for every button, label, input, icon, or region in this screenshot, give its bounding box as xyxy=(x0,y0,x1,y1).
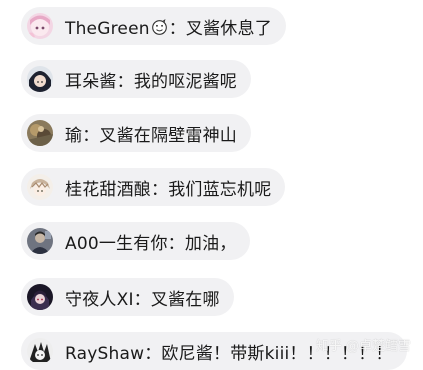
anime-avatar-bw-icon xyxy=(27,338,53,364)
comment-text: A00一生有你：加油， xyxy=(65,229,236,254)
avatar[interactable] xyxy=(27,228,53,254)
photo-avatar-warm-icon xyxy=(27,120,53,146)
commenter-name[interactable]: 耳朵酱 xyxy=(65,72,117,92)
avatar[interactable] xyxy=(27,120,53,146)
photo-avatar-gray-icon xyxy=(27,228,53,254)
comment-message: 叉酱在哪 xyxy=(150,289,220,310)
anime-avatar-dark-icon xyxy=(27,66,53,92)
separator: ： xyxy=(116,71,134,92)
commenter-name[interactable]: TheGreen xyxy=(65,19,150,39)
comment-message: 我们蓝忘机呢 xyxy=(168,179,272,200)
watermark: 知乎 @卓楚鳕雪 xyxy=(315,339,411,354)
separator: ： xyxy=(167,233,185,254)
comment-bubble: 守夜人XI：叉酱在哪 xyxy=(21,278,234,316)
comment-message: 我的呕泥酱呢 xyxy=(133,71,238,92)
separator: ： xyxy=(144,343,162,364)
comment-text: TheGreen ：叉酱休息了 xyxy=(65,14,272,39)
comment-text: 瑜：叉酱在隔壁雷神山 xyxy=(65,121,237,146)
separator: ： xyxy=(82,125,100,146)
anime-avatar-light-icon xyxy=(27,174,53,200)
commenter-name[interactable]: 瑜 xyxy=(65,126,82,146)
commenter-name[interactable]: RayShaw xyxy=(65,344,144,364)
comment-message: 叉酱在隔壁雷神山 xyxy=(99,125,238,146)
comment-bubble: TheGreen ：叉酱休息了 xyxy=(21,7,286,45)
comment-list: TheGreen ：叉酱休息了 耳朵酱：我的呕泥酱呢 瑜：叉酱在隔壁雷神山 桂花… xyxy=(0,0,423,370)
commenter-name[interactable]: A00一生有你 xyxy=(65,234,168,254)
comment-bubble: 桂花甜酒酿：我们蓝忘机呢 xyxy=(21,168,286,206)
anime-avatar-night-icon xyxy=(27,284,53,310)
smiley-emoji-icon xyxy=(151,18,167,35)
comment-text: 耳朵酱：我的呕泥酱呢 xyxy=(65,67,237,92)
commenter-name[interactable]: 守夜人XI xyxy=(65,290,134,310)
avatar[interactable] xyxy=(27,338,53,364)
avatar[interactable] xyxy=(27,174,53,200)
comment-bubble: 瑜：叉酱在隔壁雷神山 xyxy=(21,114,252,152)
comment-message: 加油， xyxy=(184,233,237,254)
anime-avatar-pink-icon xyxy=(27,13,53,39)
comment-bubble: 耳朵酱：我的呕泥酱呢 xyxy=(21,60,252,98)
comment-text: 桂花甜酒酿：我们蓝忘机呢 xyxy=(65,175,271,200)
separator: ： xyxy=(151,179,169,200)
avatar[interactable] xyxy=(27,13,53,39)
separator: ： xyxy=(133,289,151,310)
comment-text: 守夜人XI：叉酱在哪 xyxy=(65,285,220,310)
comment-message: 叉酱休息了 xyxy=(185,18,272,39)
avatar[interactable] xyxy=(27,284,53,310)
avatar[interactable] xyxy=(27,66,53,92)
commenter-name[interactable]: 桂花甜酒酿 xyxy=(65,180,151,200)
comment-bubble: A00一生有你：加油， xyxy=(21,222,251,260)
separator: ： xyxy=(168,18,186,39)
